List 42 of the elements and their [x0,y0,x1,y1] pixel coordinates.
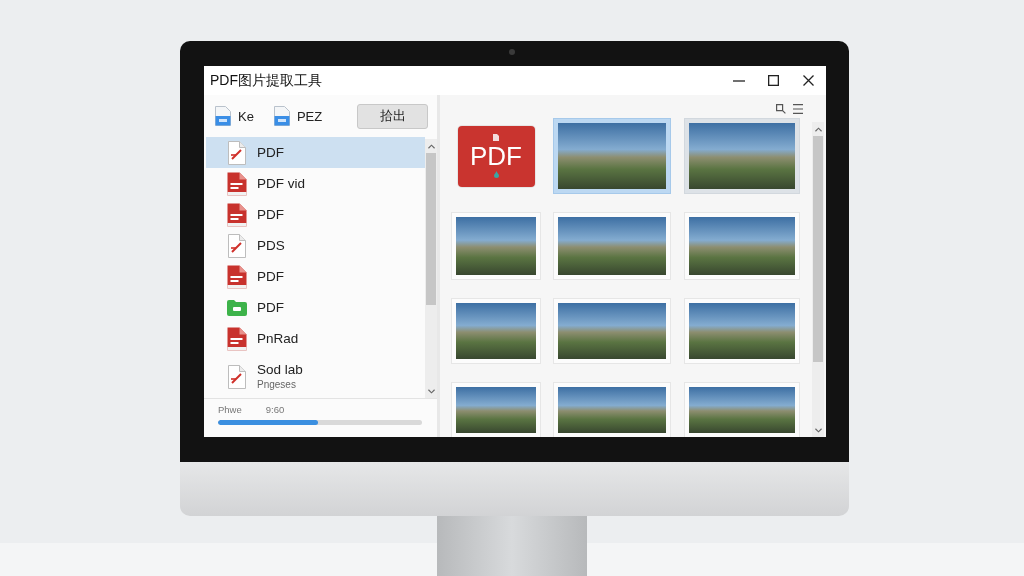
file-list-item[interactable]: PDF [206,199,425,230]
file-icon [273,106,290,126]
pdf-file-icon [227,171,247,196]
scrollbar-thumb[interactable] [426,153,436,305]
scrollbar[interactable] [425,139,437,398]
file-list-item[interactable]: PDF vid [206,168,425,199]
scroll-down-icon[interactable] [814,428,822,433]
scrollbar-thumb[interactable] [813,136,823,362]
progress-time: 9:60 [265,404,285,415]
list-icon[interactable] [793,103,803,114]
file-list-item[interactable]: PDF [206,292,425,323]
file-icon [215,106,231,126]
page-icon [493,134,499,141]
file-list-item[interactable]: PnRad [206,323,425,354]
pdf-file-icon [227,326,247,351]
camera-dot-icon [509,49,515,55]
window-title: PDF图片提取工具 [210,71,322,90]
document-icon [227,140,247,165]
droplet-icon [493,171,499,178]
close-icon [803,75,814,86]
file-list-item[interactable]: Sod lab Pngeses [206,354,425,396]
file-subtitle: Pngeses [257,378,297,392]
scroll-up-icon[interactable] [427,144,435,149]
scroll-down-icon[interactable] [427,389,435,394]
document-icon [227,365,247,389]
toolbar-button[interactable]: PEZ [273,106,323,126]
pdf-file-icon [227,264,247,289]
pdf-file-icon [227,202,247,227]
file-list-item[interactable]: PDF [206,261,425,292]
folder-icon [227,299,247,316]
document-icon [227,233,247,258]
maximize-icon [768,75,779,86]
toolbar-button[interactable]: Ke [215,106,254,126]
scrollbar[interactable] [812,122,824,437]
pdf-thumbnail[interactable]: PDF [457,125,535,187]
frame-icon[interactable] [776,103,786,114]
progress-label: Phwe [218,404,242,415]
file-list-item[interactable]: PDF [206,137,425,168]
extract-button[interactable]: 拾出 [357,103,428,129]
file-list-item[interactable]: PDS [206,230,425,261]
scroll-up-icon[interactable] [814,127,822,132]
minimize-icon [732,79,745,82]
